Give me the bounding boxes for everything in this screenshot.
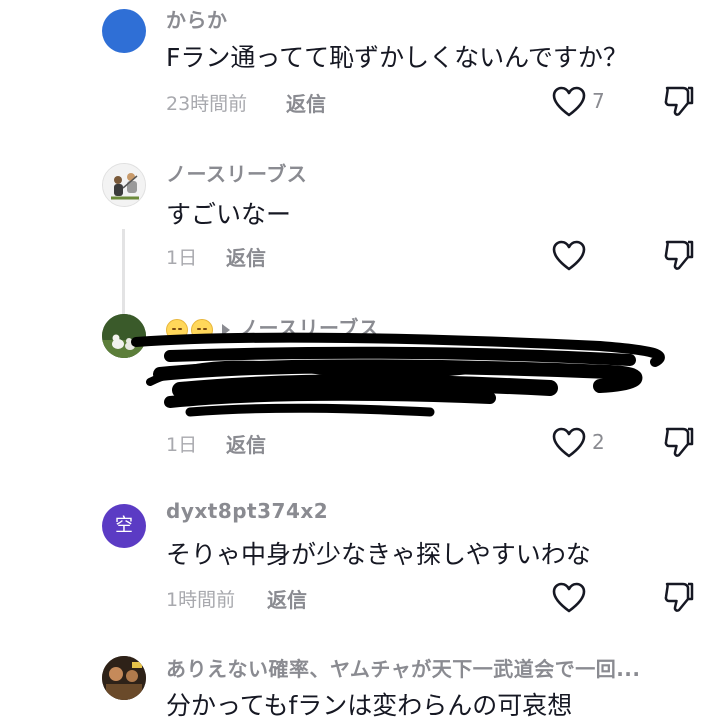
like-count: 2	[592, 430, 605, 454]
comment-username[interactable]: ありえない確率、ヤムチャが天下一武道会で一回...	[166, 653, 641, 682]
reply-button[interactable]: 返信	[226, 242, 266, 271]
comment-item: からか Fラン通ってて恥ずかしくないんですか？ 23時間前 返信 7	[0, 0, 720, 140]
heart-icon[interactable]	[552, 240, 586, 272]
comment-item: ノースリーブス すごいなー 1日 返信	[0, 140, 720, 300]
avatar-image	[102, 656, 146, 700]
comment-username[interactable]: ノースリーブス	[166, 158, 307, 187]
comment-text: 分かってもfランは変わらんの可哀想	[166, 691, 573, 720]
comment-text: Fラン通ってて恥ずかしくないんですか？	[166, 43, 628, 72]
avatar[interactable]	[102, 163, 146, 207]
scribbled-out-text	[131, 332, 665, 417]
like-count: 7	[592, 89, 605, 113]
thumbs-down-icon[interactable]	[663, 580, 695, 614]
comment-item: ノースリーブス 1日 返信 2	[0, 300, 720, 475]
thumbs-down-icon[interactable]	[663, 238, 695, 272]
comment-time: 1時間前	[166, 589, 236, 611]
reply-button[interactable]: 返信	[286, 88, 326, 117]
avatar[interactable]: 空	[102, 504, 146, 548]
comment-username[interactable]: dyxt8pt374x2	[166, 499, 328, 523]
avatar[interactable]	[102, 656, 146, 700]
reply-button[interactable]: 返信	[267, 584, 307, 613]
avatar-initial: 空	[115, 515, 133, 536]
heart-icon[interactable]	[552, 427, 586, 459]
comment-item: 空 dyxt8pt374x2 そりゃ中身が少なきゃ探しやすいわな 1時間前 返信	[0, 475, 720, 635]
comment-item: ありえない確率、ヤムチャが天下一武道会で一回... 分かってもfランは変わらんの…	[0, 635, 720, 720]
comment-time: 23時間前	[166, 93, 248, 115]
avatar-image	[103, 164, 145, 206]
thumbs-down-icon[interactable]	[663, 425, 695, 459]
heart-icon[interactable]	[552, 582, 586, 614]
comment-time: 1日	[166, 247, 198, 269]
comment-text: すごいなー	[166, 200, 292, 229]
comment-username[interactable]: からか	[166, 4, 228, 33]
avatar[interactable]	[102, 9, 146, 53]
thumbs-down-icon[interactable]	[663, 84, 695, 118]
reply-button[interactable]: 返信	[226, 429, 266, 458]
comment-text: そりゃ中身が少なきゃ探しやすいわな	[166, 540, 591, 569]
heart-icon[interactable]	[552, 86, 586, 118]
comment-time: 1日	[166, 434, 198, 456]
